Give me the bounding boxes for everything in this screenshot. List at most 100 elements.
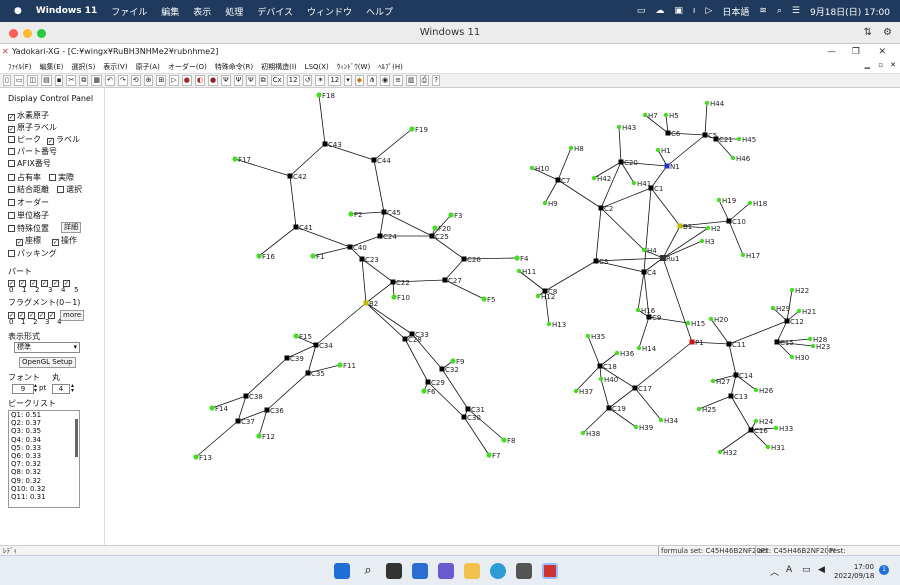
atom-marker[interactable]	[573, 388, 579, 394]
atom-marker[interactable]	[748, 427, 754, 433]
atom-c16[interactable]: C16	[748, 427, 769, 435]
atom-marker[interactable]	[243, 393, 249, 399]
mac-menu-view[interactable]: 表示	[193, 5, 211, 18]
fork-b-icon[interactable]: Ψ	[233, 75, 244, 86]
open-icon[interactable]: ◫	[27, 75, 39, 86]
atom-marker[interactable]	[655, 147, 661, 153]
menu-order[interactable]: オーダー(O)	[168, 62, 207, 72]
atom-marker[interactable]	[635, 307, 641, 313]
atom-marker[interactable]	[450, 358, 456, 364]
check-afix[interactable]: AFIX番号	[8, 158, 51, 169]
atom-marker[interactable]	[664, 163, 670, 169]
atom-marker[interactable]	[555, 177, 561, 183]
atom-h11[interactable]: H11	[516, 268, 536, 276]
atom-h34[interactable]: H34	[658, 417, 679, 425]
atom-h18[interactable]: H18	[747, 200, 767, 208]
molecule-drawing[interactable]: F18 C43 F19 C44 F17 C42 F2 C45 F3F20 C41 C24 C25 C40…	[107, 88, 900, 545]
bulb-icon[interactable]: ✶	[315, 75, 326, 86]
atom-marker[interactable]	[642, 112, 648, 118]
atom-c11[interactable]: C11	[726, 341, 746, 349]
atom-f5[interactable]: F5	[481, 296, 495, 304]
display-format-select[interactable]: 標準 ▾	[14, 342, 80, 353]
atom-marker[interactable]	[598, 376, 604, 382]
atom-marker[interactable]	[730, 155, 736, 161]
chat-icon[interactable]	[438, 563, 454, 579]
atom-h36[interactable]: H36	[614, 350, 635, 358]
atom-c28[interactable]: C28	[402, 336, 422, 344]
list-item[interactable]: Q3: 0.35	[9, 427, 79, 435]
mac-menu-file[interactable]: ファイル	[111, 5, 147, 18]
atom-c4[interactable]: C4	[641, 269, 657, 277]
atom-h25[interactable]: H25	[696, 406, 716, 414]
list-item[interactable]: Q11: 0.31	[9, 493, 79, 501]
atom-marker[interactable]	[616, 124, 622, 130]
mac-clock[interactable]: 9月18日(日) 17:00	[810, 5, 890, 18]
atom-marker[interactable]	[740, 252, 746, 258]
atom-c17[interactable]: C17	[632, 385, 652, 393]
atom-f20[interactable]: F20	[432, 225, 451, 233]
crosshair-icon[interactable]: ⊕	[143, 75, 154, 86]
atom-f12[interactable]: F12	[256, 433, 275, 441]
list-item[interactable]: Q10: 0.32	[9, 485, 79, 493]
task-view-icon[interactable]	[386, 563, 402, 579]
atom-marker[interactable]	[789, 287, 795, 293]
atom-f2[interactable]: F2	[348, 211, 362, 219]
atom-marker[interactable]	[232, 156, 238, 162]
atom-marker[interactable]	[705, 225, 711, 231]
atom-c9[interactable]: C9	[646, 314, 662, 322]
atom-h7[interactable]: H7	[642, 112, 658, 120]
check-atom-label[interactable]: ✓ 原子ラベル	[8, 122, 57, 133]
atom-marker[interactable]	[641, 269, 647, 275]
atom-f19[interactable]: F19	[409, 126, 428, 134]
check-operation[interactable]: ✓ 操作	[52, 235, 77, 246]
atom-marker[interactable]	[209, 405, 215, 411]
atom-marker[interactable]	[753, 387, 759, 393]
atom-c34[interactable]: C34	[313, 342, 334, 350]
menu-edit[interactable]: 編集(E)	[40, 62, 64, 72]
undo-icon[interactable]: ↶	[104, 75, 115, 86]
redo-icon[interactable]: ↷	[117, 75, 128, 86]
atom-c29[interactable]: C29	[425, 379, 445, 387]
atom-marker[interactable]	[658, 417, 664, 423]
maximize-icon[interactable]: ❐	[852, 44, 860, 60]
atom-marker[interactable]	[753, 418, 759, 424]
atom-f6[interactable]: F6	[421, 388, 436, 396]
new-file-icon[interactable]: ▯	[3, 75, 11, 86]
atom-marker[interactable]	[784, 318, 790, 324]
atom-marker[interactable]	[439, 366, 445, 372]
atom-h8[interactable]: H8	[568, 145, 584, 153]
atom-f11[interactable]: F11	[337, 362, 356, 370]
loop-icon[interactable]: ↺	[302, 75, 313, 86]
atom-c32[interactable]: C32	[439, 366, 459, 374]
atom-marker[interactable]	[256, 433, 262, 439]
play-icon[interactable]: ▷	[705, 6, 712, 16]
atom-f3[interactable]: F3	[448, 212, 462, 220]
atom-h20[interactable]: H20	[708, 316, 728, 324]
detail-button[interactable]: 詳細	[61, 222, 81, 233]
atom-h13[interactable]: H13	[546, 321, 566, 329]
atom-p1[interactable]: P1	[689, 339, 704, 347]
atom-marker[interactable]	[747, 200, 753, 206]
atom-c45[interactable]: C45	[381, 209, 401, 217]
atom-c43[interactable]: C43	[322, 141, 342, 149]
atom-marker[interactable]	[348, 211, 354, 217]
atom-marker[interactable]	[391, 294, 397, 300]
atom-marker[interactable]	[193, 454, 199, 460]
atom-marker[interactable]	[316, 92, 322, 98]
atom-marker[interactable]	[390, 279, 396, 285]
atom-marker[interactable]	[381, 209, 387, 215]
wifi-icon[interactable]: ≋	[759, 6, 767, 16]
atom-marker[interactable]	[765, 444, 771, 450]
sphere-dark-icon[interactable]: ●	[207, 75, 219, 86]
cloud-icon[interactable]: ☁	[655, 6, 664, 16]
check-part-number[interactable]: パート番号	[8, 146, 57, 157]
atom-h2[interactable]: H2	[705, 225, 721, 233]
minimize-dot-icon[interactable]	[23, 29, 32, 38]
atom-h12[interactable]: H12	[535, 293, 555, 301]
atom-marker[interactable]	[710, 378, 716, 384]
menu-initial[interactable]: 初期構造(I)	[261, 62, 297, 72]
mdi-minimize-icon[interactable]: ▁	[865, 61, 870, 69]
close-icon[interactable]: ✕	[878, 44, 886, 60]
molecule-canvas[interactable]: F18 C43 F19 C44 F17 C42 F2 C45 F3 F20 C41 C24 C25 C40…	[107, 88, 900, 545]
atom-marker[interactable]	[256, 253, 262, 259]
